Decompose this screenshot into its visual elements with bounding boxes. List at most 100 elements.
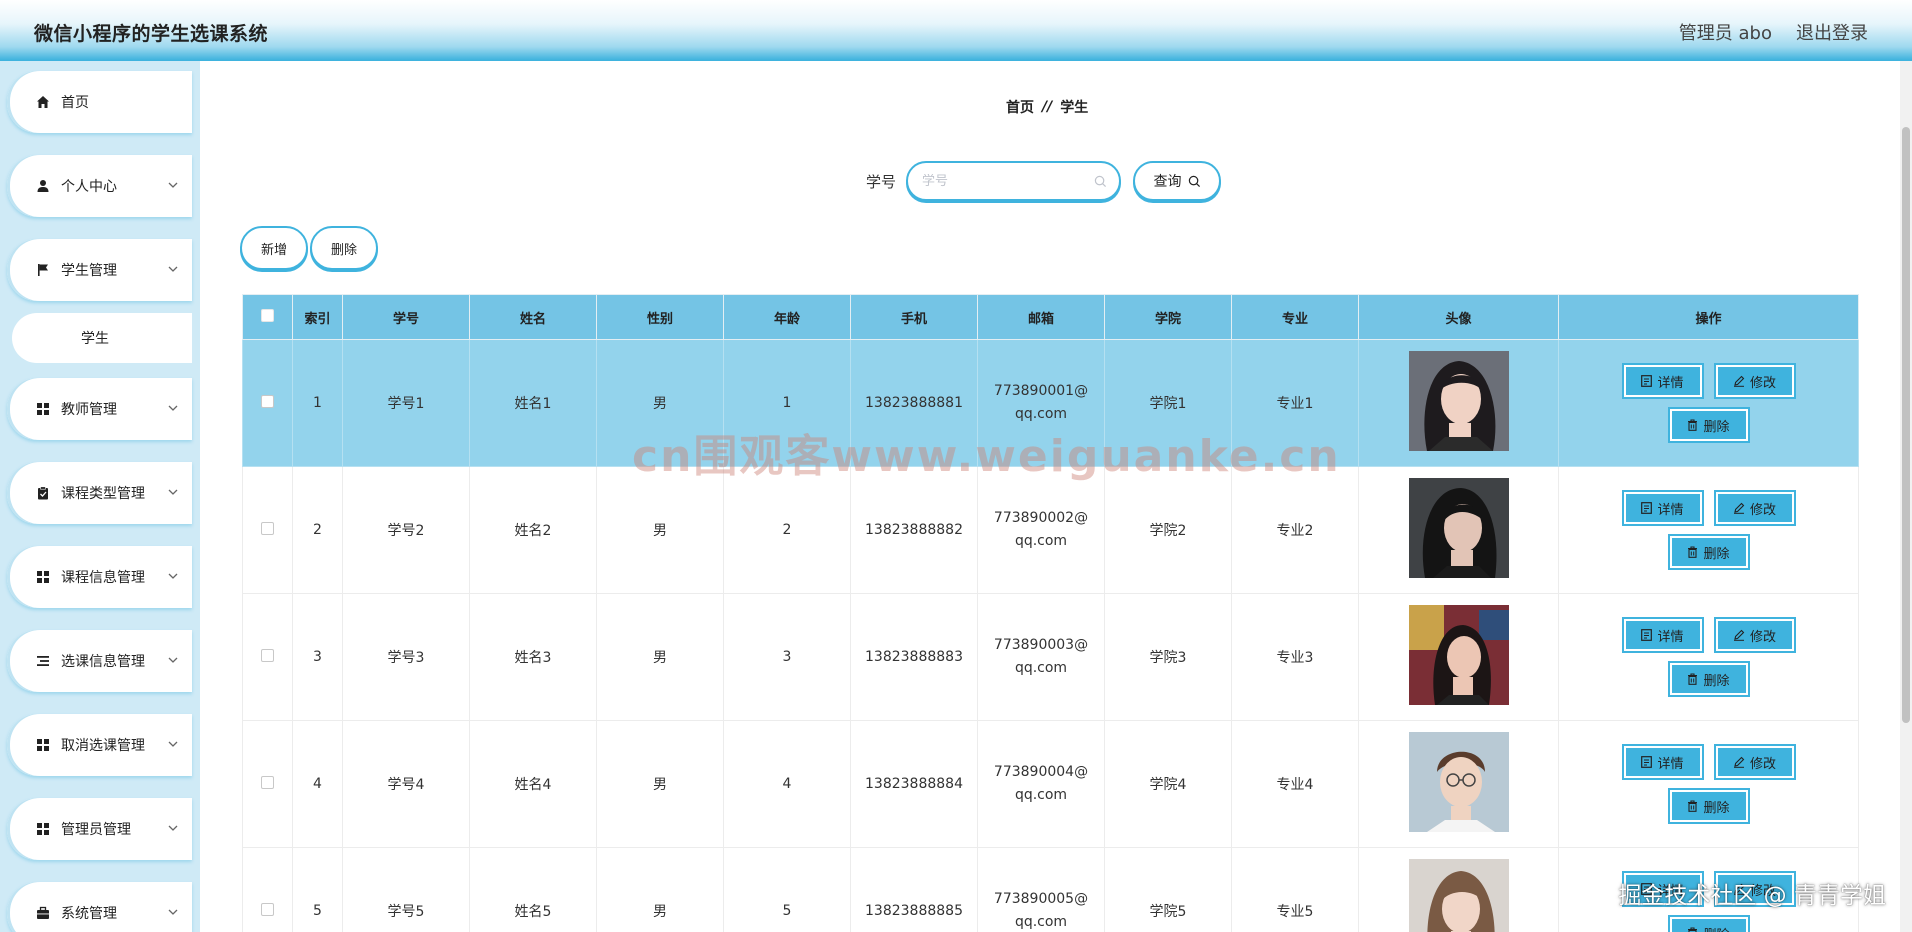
cell-email-cell: 773890001@qq.com: [977, 339, 1105, 467]
breadcrumb-current: 学生: [1060, 100, 1089, 116]
sidebar-item-system-mgmt[interactable]: 系统管理: [7, 882, 192, 932]
trash-icon: [1688, 800, 1698, 812]
breadcrumb-home[interactable]: 首页: [1006, 97, 1034, 117]
delete-button[interactable]: 删除: [1667, 534, 1750, 570]
column-header: 手机: [850, 294, 978, 340]
delete-button[interactable]: 删除: [1667, 788, 1750, 824]
pencil-icon: [1733, 629, 1745, 641]
cell-phone: 13823888885: [850, 847, 978, 932]
avatar-image[interactable]: [1408, 478, 1509, 578]
delete-button[interactable]: 删除: [1667, 661, 1750, 697]
row-checkbox[interactable]: [261, 648, 274, 662]
row-checkbox[interactable]: [261, 521, 274, 535]
cell-student-no: 学号1: [342, 339, 470, 467]
cell-college: 学院3: [1104, 593, 1232, 721]
edit-button[interactable]: 修改: [1713, 871, 1796, 907]
clipboard-icon: [35, 485, 51, 501]
column-header: 年龄: [723, 294, 851, 340]
row-checkbox[interactable]: [261, 902, 274, 916]
cell-phone: 13823888884: [850, 720, 978, 848]
document-icon: [1641, 502, 1653, 514]
avatar-image[interactable]: [1408, 859, 1509, 932]
delete-button[interactable]: 删除: [1667, 407, 1750, 443]
cell-major: 专业3: [1231, 593, 1359, 721]
delete-button[interactable]: 删除: [1667, 915, 1750, 932]
table-row[interactable]: 2 学号2 姓名2 男 2 13823888882 773890002@qq.c…: [242, 466, 1859, 594]
cell-index: 2: [292, 466, 343, 594]
edit-button[interactable]: 修改: [1713, 363, 1796, 399]
avatar-image[interactable]: [1408, 605, 1509, 705]
chevron-down-icon: [168, 741, 178, 747]
cell-email: 773890004@qq.com: [993, 764, 1089, 803]
edit-button[interactable]: 修改: [1713, 744, 1796, 780]
detail-button-label: 详情: [1657, 756, 1684, 772]
bulk-delete-button[interactable]: 删除: [310, 226, 378, 270]
cell-college: 学院5: [1104, 847, 1232, 932]
pencil-icon: [1733, 756, 1745, 768]
table-header-row: 索引 学号 姓名 性别 年龄 手机 邮箱 学院 专业 头像 操作: [242, 294, 1859, 340]
sidebar: 首页 个人中心 学生管理 学生 教师管理 课程类型管理 课程信息管理 选课信息管…: [0, 61, 200, 932]
trash-icon: [1688, 419, 1698, 431]
table-row[interactable]: 3 学号3 姓名3 男 3 13823888883 773890003@qq.c…: [242, 593, 1859, 721]
sidebar-item-profile[interactable]: 个人中心: [7, 155, 192, 217]
cell-email: 773890002@qq.com: [993, 510, 1089, 549]
edit-button[interactable]: 修改: [1713, 490, 1796, 526]
detail-button[interactable]: 详情: [1621, 363, 1704, 399]
cell-student-no: 学号5: [342, 847, 470, 932]
sidebar-subitem-student[interactable]: 学生: [12, 313, 192, 363]
column-header: 学号: [342, 294, 470, 340]
sidebar-item-course-info-mgmt[interactable]: 课程信息管理: [7, 546, 192, 608]
cell-gender: 男: [596, 339, 724, 467]
sidebar-item-enrollment-mgmt[interactable]: 选课信息管理: [7, 630, 192, 692]
cell-name: 姓名3: [469, 593, 597, 721]
pencil-icon: [1733, 502, 1745, 514]
sidebar-item-home[interactable]: 首页: [7, 71, 192, 133]
add-button[interactable]: 新增: [240, 226, 308, 270]
sidebar-item-label: 首页: [61, 95, 89, 111]
delete-button-label: 删除: [1703, 419, 1730, 435]
table-row[interactable]: 1 学号1 姓名1 男 1 13823888881 773890001@qq.c…: [242, 339, 1859, 467]
grid-icon: [35, 569, 51, 585]
query-button[interactable]: 查询: [1133, 161, 1222, 201]
select-all-checkbox[interactable]: [261, 308, 274, 322]
document-icon: [1641, 375, 1653, 387]
cell-age: 4: [723, 720, 851, 848]
list-icon: [35, 653, 51, 669]
avatar-image[interactable]: [1408, 732, 1509, 832]
home-icon: [35, 94, 51, 110]
page-scrollbar[interactable]: [1900, 61, 1912, 932]
row-checkbox[interactable]: [261, 775, 274, 789]
sidebar-item-teacher-mgmt[interactable]: 教师管理: [7, 378, 192, 440]
search-bar: 学号 查询: [866, 161, 1222, 201]
column-header: 操作: [1558, 294, 1859, 340]
app-title: 微信小程序的学生选课系统: [34, 23, 269, 45]
sidebar-item-cancel-enrollment-mgmt[interactable]: 取消选课管理: [7, 714, 192, 776]
logout-link[interactable]: 退出登录: [1796, 19, 1868, 45]
cell-gender: 男: [596, 593, 724, 721]
scrollbar-thumb[interactable]: [1902, 127, 1910, 723]
student-no-search-input[interactable]: [922, 173, 1095, 189]
sidebar-item-admin-mgmt[interactable]: 管理员管理: [7, 798, 192, 860]
sidebar-item-label: 学生: [81, 331, 109, 347]
detail-button[interactable]: 详情: [1621, 490, 1704, 526]
edit-button[interactable]: 修改: [1713, 617, 1796, 653]
top-header: 微信小程序的学生选课系统 管理员 abo 退出登录: [0, 0, 1912, 61]
detail-button[interactable]: 详情: [1621, 744, 1704, 780]
table-row[interactable]: 4 学号4 姓名4 男 4 13823888884 773890004@qq.c…: [242, 720, 1859, 848]
row-checkbox[interactable]: [261, 394, 274, 408]
sidebar-item-course-type-mgmt[interactable]: 课程类型管理: [7, 462, 192, 524]
detail-button[interactable]: 详情: [1621, 871, 1704, 907]
search-icon: [1188, 175, 1200, 187]
sidebar-item-student-mgmt[interactable]: 学生管理: [7, 239, 192, 301]
cell-name: 姓名2: [469, 466, 597, 594]
flag-icon: [35, 262, 51, 278]
avatar-image[interactable]: [1408, 351, 1509, 451]
briefcase-icon: [35, 905, 51, 921]
delete-button-label: 删除: [1703, 924, 1729, 932]
detail-button[interactable]: 详情: [1621, 617, 1704, 653]
table-row[interactable]: 5 学号5 姓名5 男 5 13823888885 773890005@qq.c…: [242, 847, 1859, 932]
delete-button-label: 删除: [1703, 546, 1730, 562]
edit-button-label: 修改: [1749, 375, 1776, 391]
current-user-label: 管理员 abo: [1678, 23, 1772, 44]
cell-actions: 详情 修改 删除: [1558, 720, 1859, 848]
